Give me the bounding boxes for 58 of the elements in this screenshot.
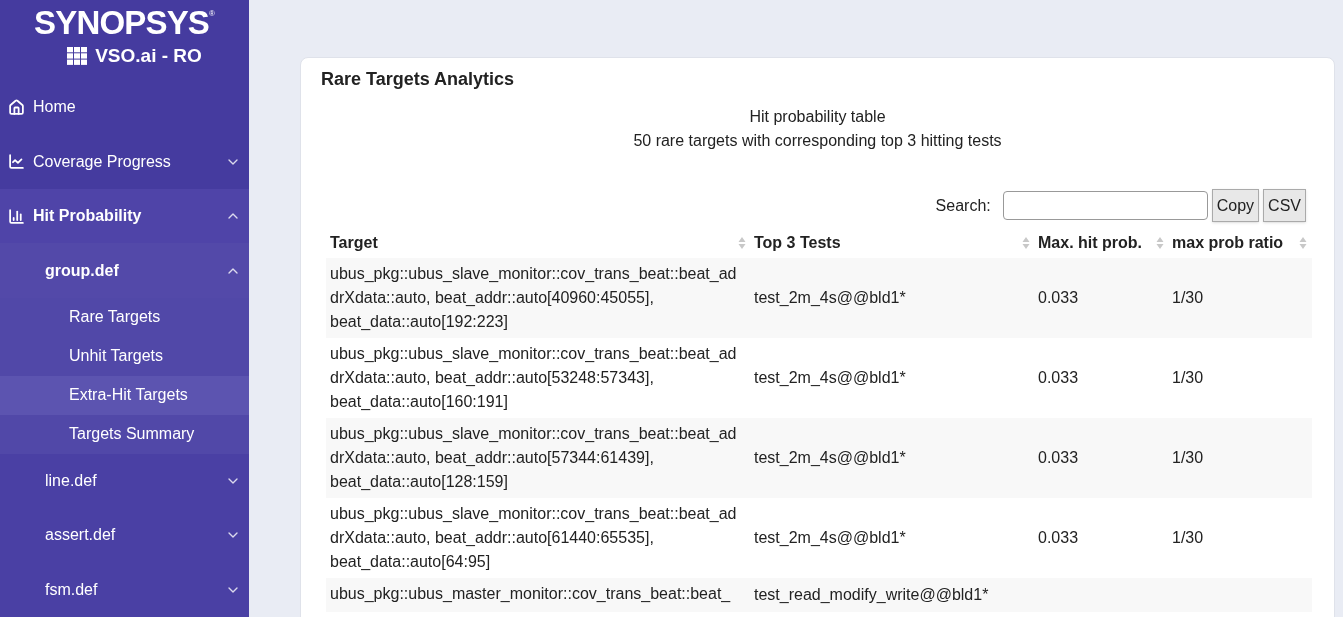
nav-group[interactable]: assert.def [0, 508, 249, 563]
column-header[interactable]: Top 3 Tests [750, 231, 1034, 255]
grid-icon [67, 47, 88, 66]
sort-icon[interactable] [1299, 236, 1307, 250]
registered-mark: ® [209, 8, 215, 18]
nav-label: assert.def [45, 525, 117, 546]
search-label: Search: [935, 195, 991, 216]
nav-subitem[interactable]: Rare Targets [0, 297, 249, 337]
nav-icon [8, 153, 25, 171]
table-cell-text: ubus_pkg::ubus_slave_monitor::cov_trans_beat::beat_ad drXdata::auto, beat_addr::auto[57344:61439], beat_data::auto[128:159] [329, 424, 738, 492]
table-cell-text: 1/30 [1171, 288, 1205, 308]
table-cell-text: test_2m_4s@@bld1* [753, 448, 907, 468]
nav-icon [8, 207, 25, 225]
table-cell-text: 1/30 [1171, 528, 1205, 548]
nav-group[interactable]: fsm.def [0, 562, 249, 617]
table-cell-text: 0.033 [1037, 288, 1080, 308]
nav-item[interactable]: Coverage Progress [0, 134, 249, 189]
table-cell-text: test_2m_4s@@bld1* [753, 288, 907, 308]
table-cell-text: 1/30 [1171, 448, 1205, 468]
column-header[interactable]: max prob ratio [1168, 231, 1311, 255]
nav-subitem[interactable]: Unhit Targets [0, 336, 249, 376]
nav-item[interactable]: Home [0, 79, 249, 135]
table-cell-text: test_2m_4s@@bld1* [753, 368, 907, 388]
table-cell-text: ubus_pkg::ubus_slave_monitor::cov_trans_beat::beat_ad drXdata::auto, beat_addr::auto[61440:65535], beat_data::auto[64:95] [329, 504, 738, 572]
column-header[interactable]: Target [326, 231, 750, 255]
nav-label: line.def [45, 470, 98, 491]
brand-logo: SYNOPSYS [34, 4, 210, 42]
nav-icon [8, 98, 25, 116]
sort-icon[interactable] [1022, 236, 1030, 250]
nav-group[interactable]: line.def [0, 453, 249, 508]
search-field[interactable] [1002, 191, 1208, 220]
nav-label: Hit Probability [33, 206, 143, 227]
export-button[interactable]: CSV [1263, 189, 1306, 222]
nav-label: Home [33, 97, 77, 118]
nav-label: group.def [45, 260, 120, 281]
table-cell-text: 0.033 [1037, 448, 1080, 468]
nav-group[interactable]: group.def [0, 243, 249, 298]
export-button[interactable]: Copy [1211, 189, 1260, 222]
table-cell-text: ubus_pkg::ubus_master_monitor::cov_trans_beat::beat_ [329, 584, 732, 604]
table-cell-text: 0.033 [1037, 368, 1080, 388]
sort-icon[interactable] [1156, 236, 1164, 250]
table-cell-text: test_2m_4s@@bld1* [753, 528, 907, 548]
sort-icon[interactable] [738, 236, 746, 250]
table-cell-text: ubus_pkg::ubus_slave_monitor::cov_trans_beat::beat_ad drXdata::auto, beat_addr::auto[53248:57343], beat_data::auto[160:191] [329, 344, 738, 412]
nav-label: fsm.def [45, 579, 99, 600]
table-cell-text: test_read_modify_write@@bld1* [753, 585, 990, 605]
table-cell-text: ubus_pkg::ubus_slave_monitor::cov_trans_beat::beat_ad drXdata::auto, beat_addr::auto[40960:45055], beat_data::auto[192:223] [329, 264, 738, 332]
nav-subitem[interactable]: Targets Summary [0, 414, 249, 454]
product-name: VSO.ai - RO [95, 44, 202, 68]
table-cell-text: 1/30 [1171, 368, 1205, 388]
nav-label: Coverage Progress [33, 151, 172, 172]
table-caption: 50 rare targets with corresponding top 3 hitting tests [633, 131, 1002, 151]
table-cell-text: 0.033 [1037, 528, 1080, 548]
table-caption: Hit probability table [749, 107, 886, 127]
nav-subitem[interactable]: Extra-Hit Targets [0, 375, 249, 415]
column-header[interactable]: Max. hit prob. [1034, 231, 1168, 255]
nav-item[interactable]: Hit Probability [0, 188, 249, 244]
card-title: Rare Targets Analytics [321, 68, 516, 91]
